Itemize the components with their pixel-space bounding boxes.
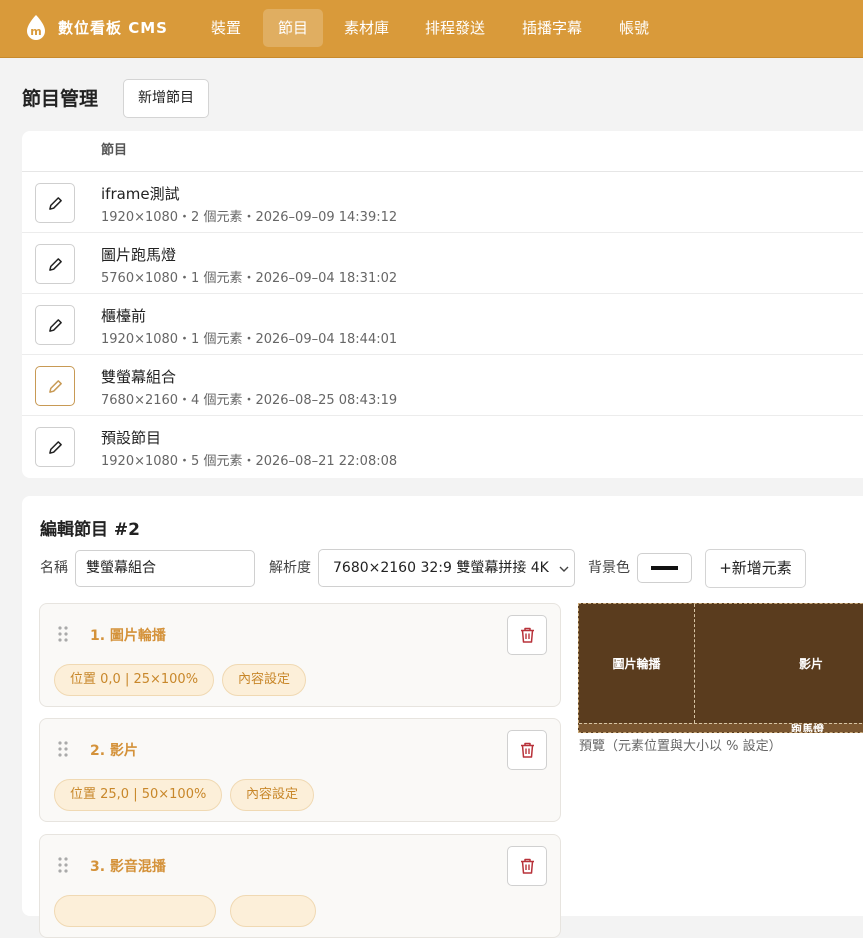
add-program-button[interactable]: 新增節目: [123, 79, 209, 118]
top-navbar: m 數位看板 CMS 裝置 節目 素材庫 排程發送 插播字幕 帳號: [0, 0, 863, 58]
position-chip[interactable]: 位置 0,0 | 25×100%: [54, 664, 215, 696]
edit-button[interactable]: [35, 244, 75, 284]
program-meta: 1920×1080・5 個元素・2026–08–21 22:08:08: [101, 454, 398, 469]
logo-icon: m: [27, 15, 45, 40]
preview-block-marquee: 跑馬燈: [579, 723, 863, 733]
preview-caption: 預覽（元素位置與大小以 % 設定）: [579, 739, 782, 754]
editor-title: 編輯節目 #2: [40, 520, 140, 540]
position-chip[interactable]: [54, 895, 216, 927]
pencil-icon: [49, 441, 62, 454]
drag-handle-icon[interactable]: [58, 626, 68, 642]
delete-element-button[interactable]: [507, 615, 547, 655]
trash-icon: [521, 627, 534, 643]
content-settings-chip[interactable]: 內容設定: [230, 779, 315, 811]
table-row[interactable]: 圖片跑馬燈 5760×1080・1 個元素・2026–09–04 18:31:0…: [22, 233, 863, 294]
delete-element-button[interactable]: [507, 730, 547, 770]
element-title: 3. 影音混播: [90, 859, 166, 875]
edit-button[interactable]: [35, 183, 75, 223]
chevron-down-icon: [559, 566, 569, 572]
edit-button[interactable]: [35, 427, 75, 467]
nav-media-library[interactable]: 素材庫: [329, 9, 404, 47]
pencil-icon: [49, 319, 62, 332]
content-settings-chip[interactable]: 內容設定: [222, 664, 307, 696]
element-card[interactable]: 2. 影片 位置 25,0 | 50×100% 內容設定: [39, 718, 561, 822]
edit-button[interactable]: [35, 305, 75, 345]
element-card[interactable]: 3. 影音混播: [39, 834, 561, 938]
table-row[interactable]: 櫃檯前 1920×1080・1 個元素・2026–09–04 18:44:01: [22, 294, 863, 355]
color-swatch-fill: [651, 566, 678, 570]
program-name: 圖片跑馬燈: [101, 246, 177, 264]
program-editor: 編輯節目 #2 名稱 雙螢幕組合 解析度 7680×2160 32:9 雙螢幕拼…: [22, 496, 863, 938]
pencil-icon: [49, 258, 62, 271]
nav-ticker[interactable]: 插播字幕: [507, 9, 597, 47]
column-header-program: 節目: [101, 143, 128, 158]
program-meta: 7680×2160・4 個元素・2026–08–25 08:43:19: [101, 393, 398, 408]
name-label: 名稱: [40, 560, 68, 576]
layout-preview: 圖片輪播 影片 跑馬燈: [578, 603, 863, 733]
program-name: iframe測試: [101, 185, 180, 203]
page-title: 節目管理: [22, 88, 99, 110]
svg-text:m: m: [30, 25, 41, 38]
nav-programs[interactable]: 節目: [263, 9, 324, 47]
nav-account[interactable]: 帳號: [604, 9, 664, 47]
table-header: 節目: [22, 131, 863, 172]
nav-devices[interactable]: 裝置: [196, 9, 256, 47]
nav-schedule[interactable]: 排程發送: [410, 9, 500, 47]
program-meta: 1920×1080・2 個元素・2026–09–09 14:39:12: [101, 210, 398, 225]
preview-block-video: 影片: [798, 657, 823, 671]
element-title: 2. 影片: [90, 743, 138, 759]
table-row[interactable]: 預設節目 1920×1080・5 個元素・2026–08–21 22:08:08: [22, 416, 863, 477]
position-chip[interactable]: 位置 25,0 | 50×100%: [54, 779, 223, 811]
program-list: 節目 iframe測試 1920×1080・2 個元素・2026–09–09 1…: [22, 131, 863, 478]
element-title: 1. 圖片輪播: [90, 628, 166, 644]
pencil-icon: [49, 380, 62, 393]
resolution-value: 7680×2160 32:9 雙螢幕拼接 4K: [333, 560, 549, 576]
element-card[interactable]: 1. 圖片輪播 位置 0,0 | 25×100% 內容設定: [39, 603, 561, 707]
add-element-button[interactable]: +新增元素: [705, 549, 806, 588]
preview-marquee-label: 跑馬燈: [791, 723, 824, 733]
table-row[interactable]: iframe測試 1920×1080・2 個元素・2026–09–09 14:3…: [22, 172, 863, 233]
trash-icon: [521, 858, 534, 874]
resolution-select[interactable]: 7680×2160 32:9 雙螢幕拼接 4K: [318, 549, 575, 587]
pencil-icon: [49, 197, 62, 210]
resolution-label: 解析度: [269, 560, 311, 576]
preview-block-image-carousel: 圖片輪播: [579, 604, 695, 723]
program-name: 雙螢幕組合: [101, 368, 177, 386]
delete-element-button[interactable]: [507, 846, 547, 886]
drag-handle-icon[interactable]: [58, 741, 68, 757]
edit-button[interactable]: [35, 366, 75, 406]
background-color-picker[interactable]: [637, 553, 692, 583]
table-row[interactable]: 雙螢幕組合 7680×2160・4 個元素・2026–08–25 08:43:1…: [22, 355, 863, 416]
program-name: 櫃檯前: [101, 307, 147, 325]
background-color-label: 背景色: [588, 560, 630, 576]
brand-title: 數位看板 CMS: [58, 19, 168, 37]
content-settings-chip[interactable]: [230, 895, 316, 927]
drag-handle-icon[interactable]: [58, 857, 68, 873]
program-meta: 1920×1080・1 個元素・2026–09–04 18:44:01: [101, 332, 398, 347]
program-name: 預設節目: [101, 429, 162, 447]
program-name-input[interactable]: 雙螢幕組合: [75, 550, 255, 587]
trash-icon: [521, 742, 534, 758]
program-meta: 5760×1080・1 個元素・2026–09–04 18:31:02: [101, 271, 398, 286]
